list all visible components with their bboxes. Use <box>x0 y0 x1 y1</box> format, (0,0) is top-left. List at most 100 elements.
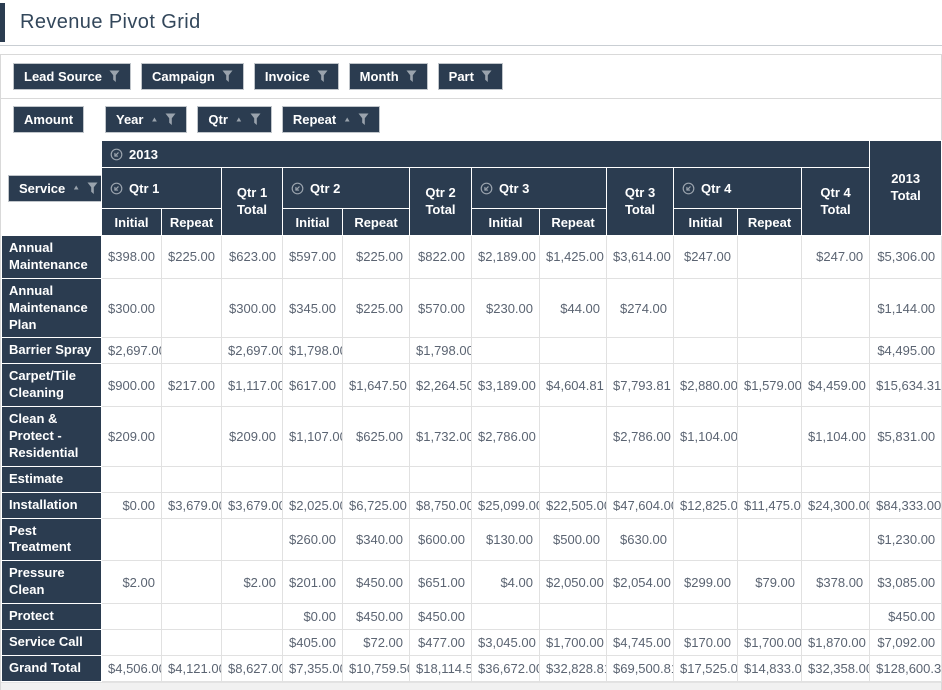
column-header-qtr-1[interactable]: Qtr 1 <box>101 167 222 209</box>
column-header-qtr-2-repeat: Repeat <box>342 208 410 236</box>
field-button-qtr[interactable]: Qtr ▲ <box>197 106 272 133</box>
field-label-qtr: Qtr <box>208 112 228 127</box>
row-header-barrier-spray: Barrier Spray <box>1 337 102 365</box>
data-cell <box>409 465 472 493</box>
field-button-lead-source[interactable]: Lead Source <box>13 63 132 90</box>
data-cell: $225.00 <box>342 277 410 339</box>
field-button-year[interactable]: Year ▲ <box>105 106 188 133</box>
collapse-icon[interactable] <box>480 180 493 195</box>
filter-icon[interactable] <box>87 182 98 195</box>
data-cell: $201.00 <box>282 560 343 605</box>
field-button-campaign[interactable]: Campaign <box>141 63 244 90</box>
data-cell <box>869 465 942 493</box>
data-cell: $340.00 <box>342 517 410 562</box>
field-button-service[interactable]: Service ▲ <box>8 174 101 202</box>
data-cell <box>342 465 410 493</box>
data-cell: $0.00 <box>101 491 162 519</box>
column-header-qtr-4[interactable]: Qtr 4 <box>673 167 802 209</box>
row-fields-area: Service ▲ <box>1 140 102 236</box>
data-cell: $1,870.00 <box>800 629 871 656</box>
column-header-qtr-4-total: Qtr 4 Total <box>800 167 871 236</box>
row-header-installation: Installation <box>1 491 102 519</box>
data-cell: $3,085.00 <box>869 560 942 605</box>
filter-icon[interactable] <box>481 70 492 83</box>
field-button-invoice[interactable]: Invoice <box>253 63 339 90</box>
data-cell <box>673 277 738 339</box>
collapse-icon[interactable] <box>291 180 304 195</box>
data-cell: $230.00 <box>471 277 540 339</box>
titlebar: Revenue Pivot Grid <box>0 0 942 46</box>
data-cell <box>101 603 162 631</box>
data-cell <box>737 235 802 279</box>
filter-icon[interactable] <box>358 113 369 126</box>
data-cell: $128,600.31 <box>869 654 942 682</box>
field-button-month[interactable]: Month <box>348 63 428 90</box>
data-cell: $4,121.00 <box>161 654 222 682</box>
filter-icon[interactable] <box>109 70 120 83</box>
column-label-qtr-3: Qtr 3 <box>499 181 530 197</box>
data-cell: $2,786.00 <box>606 406 674 467</box>
field-button-repeat[interactable]: Repeat ▲ <box>281 106 381 133</box>
data-cell <box>737 277 802 339</box>
data-cell: $4,459.00 <box>800 363 871 408</box>
table-row: Installation $0.00 $3,679.00 $3,679.00 $2,02… <box>1 491 942 519</box>
header-row-quarters: Qtr 1 Qtr 1 Total Qtr 2 Qtr 2 Total Qtr 3 Qtr… <box>2 167 942 236</box>
data-cell: $500.00 <box>539 517 607 562</box>
data-cell <box>737 603 802 631</box>
filter-icon[interactable] <box>250 113 261 126</box>
collapse-icon[interactable] <box>110 180 123 195</box>
field-button-amount[interactable]: Amount <box>13 106 85 133</box>
data-cell: $47,604.00 <box>606 491 674 519</box>
data-cell: $2,054.00 <box>606 560 674 605</box>
row-header-annual-maintenance-plan: Annual Maintenance Plan <box>1 277 102 339</box>
field-label-lead-source: Lead Source <box>24 69 103 84</box>
row-header-pressure-clean: Pressure Clean <box>1 560 102 605</box>
data-cell: $1,732.00 <box>409 406 472 467</box>
data-cell <box>161 603 222 631</box>
data-cell <box>737 465 802 493</box>
field-button-part[interactable]: Part <box>437 63 503 90</box>
column-header-qtr-1-initial: Initial <box>101 208 162 236</box>
column-header-qtr-3-repeat: Repeat <box>539 208 607 236</box>
data-cell: $32,828.81 <box>539 654 607 682</box>
data-cell: $300.00 <box>221 277 283 339</box>
column-header-2013[interactable]: 2013 <box>100 140 871 168</box>
filter-icon[interactable] <box>165 113 176 126</box>
field-label-repeat: Repeat <box>292 112 337 127</box>
field-label-campaign: Campaign <box>152 69 215 84</box>
column-header-qtr-2[interactable]: Qtr 2 <box>282 167 410 209</box>
filter-icon[interactable] <box>222 70 233 83</box>
data-cell: $1,425.00 <box>539 235 607 279</box>
data-cell: $378.00 <box>800 560 871 605</box>
data-cell: $17,525.00 <box>673 654 738 682</box>
sort-asc-icon: ▲ <box>72 183 81 192</box>
column-header-qtr-3[interactable]: Qtr 3 <box>471 167 607 209</box>
data-cell: $217.00 <box>161 363 222 408</box>
field-label-service: Service <box>19 180 66 196</box>
table-row: Annual Maintenance Plan $300.00 $300.00 $34… <box>1 277 942 339</box>
data-cell <box>161 517 222 562</box>
data-cell: $477.00 <box>409 629 472 656</box>
filter-icon[interactable] <box>406 70 417 83</box>
collapse-icon[interactable] <box>110 146 123 161</box>
data-cell: $79.00 <box>737 560 802 605</box>
data-cell <box>673 517 738 562</box>
column-header-qtr-4-initial: Initial <box>673 208 738 236</box>
data-cell <box>800 337 871 365</box>
filter-icon[interactable] <box>317 70 328 83</box>
data-cell: $570.00 <box>409 277 472 339</box>
data-cell: $2.00 <box>101 560 162 605</box>
data-cell: $2,264.50 <box>409 363 472 408</box>
header-row-subfields: Initial Repeat Initial Repeat Initial Repeat I… <box>2 208 942 236</box>
collapse-icon[interactable] <box>682 180 695 195</box>
horizontal-scrollbar[interactable] <box>1 681 941 690</box>
data-cell <box>606 337 674 365</box>
data-cell <box>161 560 222 605</box>
data-cell: $7,355.00 <box>282 654 343 682</box>
sort-asc-icon: ▲ <box>150 115 159 123</box>
data-cell: $1,700.00 <box>737 629 802 656</box>
data-cell <box>471 465 540 493</box>
column-header-qtr-1-repeat: Repeat <box>161 208 222 236</box>
data-cell: $4,745.00 <box>606 629 674 656</box>
data-cell: $84,333.00 <box>869 491 942 519</box>
